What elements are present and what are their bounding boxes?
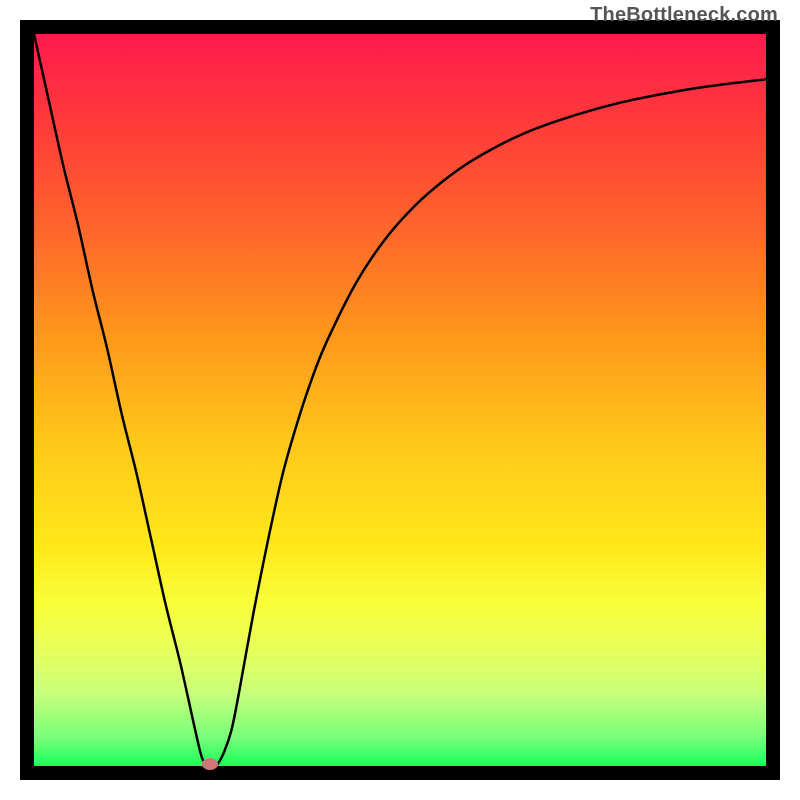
watermark-text: TheBottleneck.com (590, 4, 778, 27)
plot-gradient-background (34, 34, 766, 766)
chart-container: TheBottleneck.com (0, 0, 800, 800)
minimum-marker (202, 758, 218, 770)
